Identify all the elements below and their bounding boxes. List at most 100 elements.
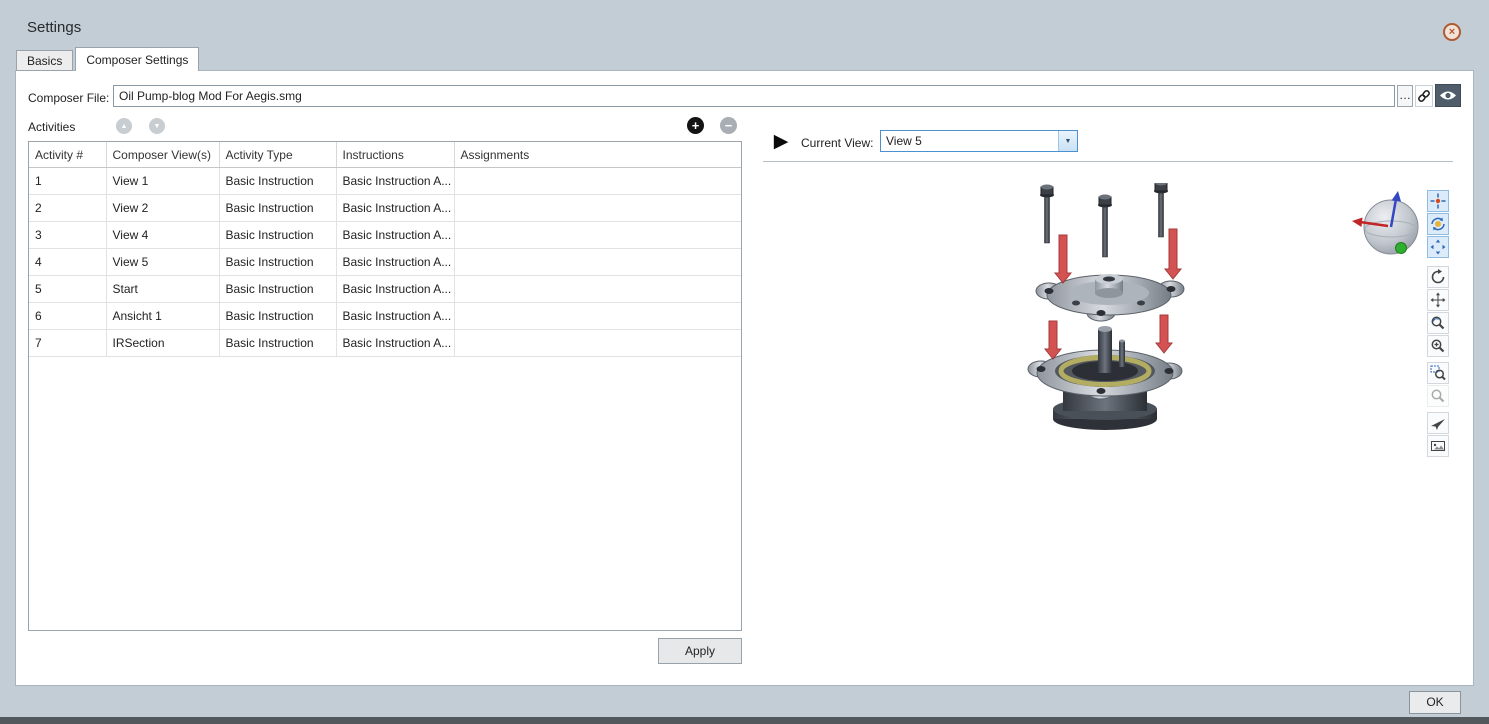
column-header[interactable]: Instructions	[336, 142, 454, 168]
orbit-icon	[1430, 216, 1446, 232]
table-row[interactable]: 6Ansicht 1Basic InstructionBasic Instruc…	[29, 303, 741, 330]
tab-composer-settings[interactable]: Composer Settings	[75, 47, 199, 71]
pump-model-graphic	[1001, 183, 1231, 433]
zoom-window-icon	[1430, 365, 1446, 381]
table-row[interactable]: 4View 5Basic InstructionBasic Instructio…	[29, 249, 741, 276]
fly-through-button[interactable]	[1427, 412, 1449, 434]
column-header[interactable]: Activity #	[29, 142, 106, 168]
zoom-selected-icon	[1430, 388, 1446, 404]
table-cell: Basic Instruction A...	[336, 222, 454, 249]
current-view-label: Current View:	[801, 136, 873, 150]
saved-view-button[interactable]	[1427, 435, 1449, 457]
table-cell: 3	[29, 222, 106, 249]
table-cell: Basic Instruction A...	[336, 195, 454, 222]
composer-file-input[interactable]	[113, 85, 1395, 107]
ok-button[interactable]: OK	[1409, 691, 1461, 714]
table-row[interactable]: 1View 1Basic InstructionBasic Instructio…	[29, 168, 741, 195]
table-cell: Basic Instruction	[219, 276, 336, 303]
orbit-mode-button[interactable]	[1427, 213, 1449, 235]
table-cell: Basic Instruction	[219, 195, 336, 222]
table-row[interactable]: 5StartBasic InstructionBasic Instruction…	[29, 276, 741, 303]
zoom-window-button[interactable]	[1427, 362, 1449, 384]
table-cell: 7	[29, 330, 106, 357]
tab-bar: Basics Composer Settings	[16, 47, 201, 71]
table-cell	[454, 249, 741, 276]
column-header[interactable]: Activity Type	[219, 142, 336, 168]
center-view-icon	[1430, 193, 1446, 209]
center-mode-button[interactable]	[1427, 190, 1449, 212]
table-cell: Basic Instruction A...	[336, 330, 454, 357]
table-cell	[454, 195, 741, 222]
airplane-icon	[1430, 415, 1446, 431]
window-bottom-edge	[0, 717, 1489, 724]
table-cell: Start	[106, 276, 219, 303]
view-mode-toolbar	[1427, 190, 1450, 458]
table-cell: Ansicht 1	[106, 303, 219, 330]
table-cell: Basic Instruction	[219, 303, 336, 330]
table-cell: Basic Instruction	[219, 222, 336, 249]
apply-button[interactable]: Apply	[658, 638, 742, 664]
activities-table-body: 1View 1Basic InstructionBasic Instructio…	[29, 168, 741, 357]
close-icon[interactable]: ×	[1443, 23, 1461, 41]
window-title: Settings	[27, 19, 81, 36]
composer-file-label: Composer File:	[28, 91, 109, 105]
table-cell: Basic Instruction	[219, 249, 336, 276]
column-header[interactable]: Assignments	[454, 142, 741, 168]
table-cell	[454, 276, 741, 303]
current-view-value: View 5	[881, 131, 1058, 151]
table-row[interactable]: 7IRSectionBasic InstructionBasic Instruc…	[29, 330, 741, 357]
rotate-view-button[interactable]	[1427, 266, 1449, 288]
view-navigation-orb[interactable]	[1350, 189, 1428, 267]
move-activity-up-icon[interactable]: ▲	[116, 118, 132, 134]
zoom-selected-button[interactable]	[1427, 385, 1449, 407]
table-cell: 5	[29, 276, 106, 303]
table-cell	[454, 330, 741, 357]
chevron-down-icon[interactable]: ▼	[1058, 131, 1077, 151]
zoom-rotate-icon	[1430, 315, 1446, 331]
activities-label: Activities	[28, 120, 75, 134]
table-header-row: Activity #Composer View(s)Activity TypeI…	[29, 142, 741, 168]
table-cell	[454, 303, 741, 330]
table-cell	[454, 168, 741, 195]
move-activity-down-icon[interactable]: ▼	[149, 118, 165, 134]
zoom-rotate-button[interactable]	[1427, 312, 1449, 334]
remove-activity-icon[interactable]: −	[720, 117, 737, 134]
table-cell: Basic Instruction A...	[336, 249, 454, 276]
table-row[interactable]: 3View 4Basic InstructionBasic Instructio…	[29, 222, 741, 249]
table-cell: 6	[29, 303, 106, 330]
table-row[interactable]: 2View 2Basic InstructionBasic Instructio…	[29, 195, 741, 222]
table-cell: Basic Instruction A...	[336, 276, 454, 303]
pan-mode-button[interactable]	[1427, 236, 1449, 258]
table-cell: Basic Instruction A...	[336, 168, 454, 195]
browse-button[interactable]: …	[1397, 85, 1413, 107]
activities-table: Activity #Composer View(s)Activity TypeI…	[28, 141, 742, 631]
table-cell: View 4	[106, 222, 219, 249]
table-cell: 2	[29, 195, 106, 222]
divider	[763, 161, 1453, 162]
rotate-icon	[1430, 269, 1446, 285]
table-cell: 1	[29, 168, 106, 195]
zoom-in-icon	[1430, 338, 1446, 354]
settings-window: Settings × Basics Composer Settings Comp…	[0, 0, 1489, 724]
table-cell: View 1	[106, 168, 219, 195]
table-cell: Basic Instruction	[219, 168, 336, 195]
dialog-content: Composer File: … Activities ▲ ▼ + −	[15, 70, 1474, 686]
image-icon	[1430, 438, 1446, 454]
table-cell: 4	[29, 249, 106, 276]
move-view-button[interactable]	[1427, 289, 1449, 311]
table-cell: View 2	[106, 195, 219, 222]
table-cell: Basic Instruction	[219, 330, 336, 357]
table-cell: IRSection	[106, 330, 219, 357]
pan-icon	[1430, 239, 1446, 255]
play-icon[interactable]: ▶	[769, 129, 793, 153]
table-cell: Basic Instruction A...	[336, 303, 454, 330]
eye-icon[interactable]	[1435, 84, 1461, 107]
table-cell: View 5	[106, 249, 219, 276]
current-view-select[interactable]: View 5 ▼	[880, 130, 1078, 152]
link-icon[interactable]	[1415, 85, 1433, 107]
tab-basics[interactable]: Basics	[16, 50, 73, 71]
zoom-in-button[interactable]	[1427, 335, 1449, 357]
column-header[interactable]: Composer View(s)	[106, 142, 219, 168]
add-activity-icon[interactable]: +	[687, 117, 704, 134]
move-icon	[1430, 292, 1446, 308]
